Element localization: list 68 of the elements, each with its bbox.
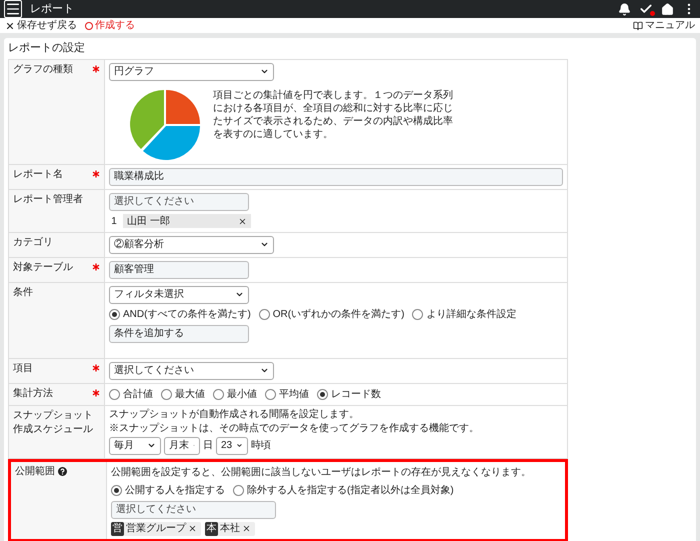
field-label: レポート名 bbox=[13, 168, 63, 180]
radio-button[interactable] bbox=[233, 484, 244, 496]
field-label: カテゴリ bbox=[13, 236, 53, 248]
hour-unit: 時頃 bbox=[251, 438, 271, 453]
radio-option[interactable]: 合計値 bbox=[109, 386, 153, 402]
radio-button[interactable] bbox=[111, 484, 122, 496]
page-title: レポート bbox=[30, 2, 74, 17]
schedule-description: ※スナップショットは、その時点でのデータを使ってグラフを作成する機能です。 bbox=[109, 422, 480, 434]
select-field[interactable]: ②顧客分析 bbox=[109, 236, 274, 254]
target-tag: 営 営業グループ bbox=[111, 522, 201, 536]
field-label: スナップショット 作成スケジュール bbox=[13, 408, 93, 436]
radio-button[interactable] bbox=[109, 308, 120, 320]
section-title: レポートの設定 bbox=[8, 40, 86, 56]
day-unit: 日 bbox=[203, 439, 213, 453]
radio-option[interactable]: 除外する人を指定する(指定者以外は全員対象) bbox=[233, 482, 454, 498]
create-button[interactable]: 作成する bbox=[85, 18, 135, 33]
radio-button[interactable] bbox=[317, 388, 328, 400]
pie-chart-drawing bbox=[129, 88, 201, 160]
select-field[interactable]: 毎月 bbox=[109, 436, 161, 454]
select-field[interactable]: 円グラフ bbox=[109, 62, 274, 80]
target-search-field[interactable]: 選択してください bbox=[111, 500, 276, 518]
text-field[interactable]: 顧客管理 bbox=[109, 260, 249, 278]
field-label: グラフの種類 bbox=[13, 62, 73, 76]
text-field[interactable]: 職業構成比 bbox=[109, 168, 563, 186]
select-field[interactable]: 選択してください bbox=[109, 362, 274, 380]
entry-number: 1 bbox=[110, 214, 118, 228]
help-icon[interactable] bbox=[58, 466, 67, 476]
menu-icon[interactable] bbox=[4, 0, 22, 18]
radio-button[interactable] bbox=[213, 388, 224, 400]
radio-button[interactable] bbox=[412, 308, 424, 320]
chart-description: 項目ごとの集計値を円で表します。１つのデータ系列における各項目が、全項目の総和に対する比率に応じたサイズで表示されるため、データの内訳や構成比率を表すのに適しています。 bbox=[213, 88, 453, 140]
remove-icon[interactable] bbox=[188, 524, 197, 533]
radio-option[interactable]: レコード数 bbox=[317, 386, 381, 402]
field-label: 条件 bbox=[13, 286, 33, 298]
radio-option[interactable]: OR(いずれかの条件を満たす) bbox=[258, 306, 404, 322]
radio-button[interactable] bbox=[265, 388, 276, 400]
selected-user-chip: 山田 一郎 bbox=[123, 214, 251, 228]
remove-icon[interactable] bbox=[238, 216, 247, 226]
field-label: 対象テーブル bbox=[13, 260, 73, 274]
select-field[interactable]: 23 bbox=[216, 436, 248, 454]
schedule-description: スナップショットが自動作成される間隔を設定します。 bbox=[109, 408, 360, 420]
radio-option[interactable]: 最小値 bbox=[213, 386, 257, 402]
select-field[interactable]: 月末 bbox=[164, 436, 200, 454]
target-tag: 本 本社 bbox=[205, 522, 255, 536]
radio-option[interactable]: AND(すべての条件を満たす) bbox=[109, 306, 251, 322]
bell-icon[interactable] bbox=[618, 2, 631, 16]
field-label: 項目 bbox=[13, 362, 33, 374]
radio-option[interactable]: 公開する人を指定する bbox=[111, 482, 225, 498]
field-label: 集計方法 bbox=[13, 386, 53, 400]
check-notification-icon[interactable] bbox=[639, 2, 653, 16]
back-without-saving-button[interactable]: 保存せず戻る bbox=[5, 18, 77, 33]
visibility-description: 公開範囲を設定すると、公開範囲に該当しないユーザはレポートの存在が見えなくなります。 bbox=[111, 466, 532, 480]
add-condition-button[interactable]: 条件を追加する bbox=[109, 324, 249, 342]
home-icon[interactable] bbox=[661, 2, 674, 16]
radio-option[interactable]: 平均値 bbox=[265, 386, 309, 402]
field-label: レポート管理者 bbox=[13, 192, 83, 206]
user-search-field[interactable]: 選択してください bbox=[109, 192, 249, 210]
select-field[interactable]: フィルタ未選択 bbox=[109, 286, 249, 304]
radio-button[interactable] bbox=[258, 308, 270, 320]
radio-option[interactable]: より詳細な条件設定 bbox=[412, 306, 516, 322]
remove-icon[interactable] bbox=[242, 524, 251, 533]
radio-button[interactable] bbox=[161, 388, 172, 400]
close-icon bbox=[5, 20, 15, 30]
radio-option[interactable]: 最大値 bbox=[161, 386, 205, 402]
field-label: 公開範囲 bbox=[15, 464, 55, 478]
radio-button[interactable] bbox=[109, 388, 120, 400]
book-icon bbox=[633, 20, 643, 30]
manual-link[interactable]: マニュアル bbox=[633, 18, 695, 33]
